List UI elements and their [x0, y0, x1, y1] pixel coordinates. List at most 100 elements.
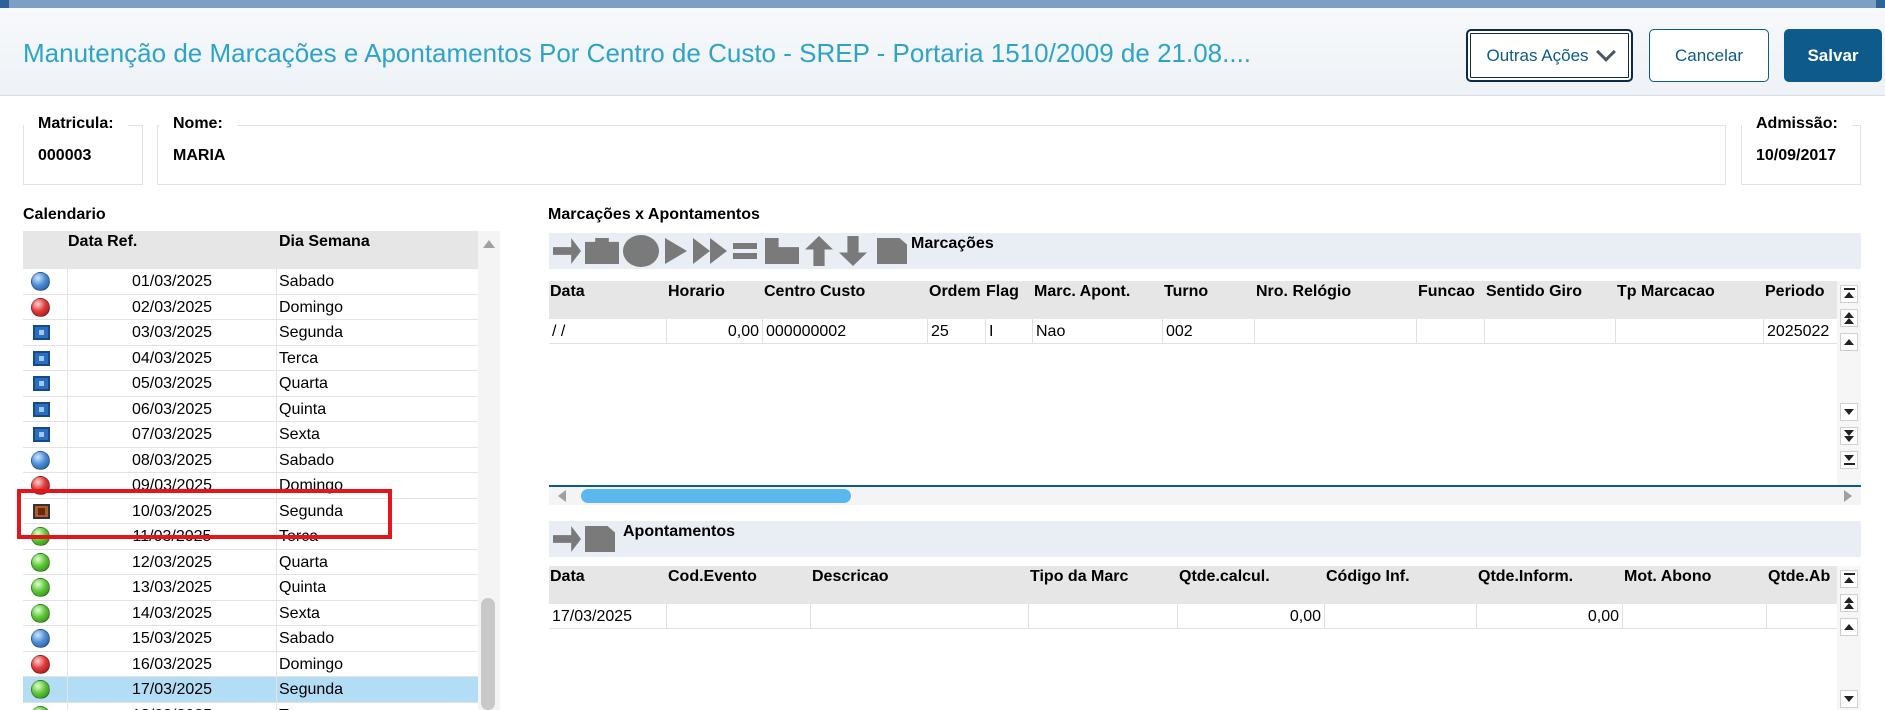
- table-cell[interactable]: 2025022: [1764, 319, 1837, 344]
- arrow-right-icon[interactable]: [553, 238, 581, 264]
- column-header[interactable]: Marc. Apont.: [1034, 283, 1130, 301]
- page-down-button[interactable]: [1840, 427, 1858, 445]
- calendar-row[interactable]: 07/03/2025 Sexta: [23, 422, 478, 448]
- table-cell[interactable]: [1485, 319, 1616, 344]
- calendar-scrollbar[interactable]: [478, 231, 500, 710]
- scroll-left-icon[interactable]: [558, 490, 566, 502]
- calendar-day: Terca: [279, 349, 319, 367]
- prev-record-button[interactable]: [1840, 333, 1858, 351]
- scroll-right-icon[interactable]: [1844, 490, 1852, 502]
- column-header[interactable]: Data: [550, 568, 585, 586]
- column-header[interactable]: Horario: [668, 283, 725, 301]
- calendar-row[interactable]: 14/03/2025 Sexta: [23, 600, 478, 626]
- column-header[interactable]: Data: [550, 283, 585, 301]
- column-header[interactable]: Periodo: [1765, 283, 1825, 301]
- column-header[interactable]: Código Inf.: [1326, 568, 1410, 586]
- column-header[interactable]: Sentido Giro: [1486, 283, 1582, 301]
- table-cell[interactable]: [1325, 604, 1477, 629]
- page-up-button[interactable]: [1840, 309, 1858, 327]
- next-record-button[interactable]: [1840, 403, 1858, 421]
- cancel-button[interactable]: Cancelar: [1649, 29, 1769, 82]
- table-cell[interactable]: 17/03/2025: [549, 604, 667, 629]
- table-cell[interactable]: 0,00: [1477, 604, 1623, 629]
- column-header[interactable]: Funcao: [1418, 283, 1475, 301]
- first-record-button[interactable]: [1840, 285, 1858, 303]
- arrow-up-icon[interactable]: [805, 236, 833, 266]
- apontamentos-table[interactable]: Data Cod.Evento Descricao Tipo da Marc Qtde.…: [549, 566, 1837, 710]
- calendar-row[interactable]: 18/03/2025Terca: [23, 702, 478, 710]
- calendar-row[interactable]: 16/03/2025 Domingo: [23, 651, 478, 677]
- table-cell[interactable]: I: [986, 319, 1033, 344]
- column-header[interactable]: Ordem: [929, 283, 981, 301]
- column-header[interactable]: Qtde.Inform.: [1478, 568, 1573, 586]
- table-cell[interactable]: 000000002: [763, 319, 928, 344]
- calendar-grid[interactable]: Data Ref. Dia Semana 01/03/2025 Sabado 02/…: [23, 231, 500, 710]
- table-cell[interactable]: 0,00: [1178, 604, 1325, 629]
- marcacoes-hscrollbar[interactable]: [549, 485, 1861, 505]
- column-header[interactable]: Tp Marcacao: [1617, 283, 1715, 301]
- table-cell[interactable]: [811, 604, 1029, 629]
- table-cell[interactable]: [1623, 604, 1767, 629]
- copy-icon[interactable]: [765, 238, 799, 264]
- column-header[interactable]: Descricao: [812, 568, 889, 586]
- last-record-button[interactable]: [1840, 451, 1858, 469]
- outras-acoes-dropdown[interactable]: Outras Ações: [1466, 29, 1633, 82]
- document-icon[interactable]: [877, 238, 907, 264]
- equals-icon-top[interactable]: [733, 243, 757, 249]
- table-cell[interactable]: 0,00: [667, 319, 763, 344]
- page-up-button[interactable]: [1840, 594, 1858, 612]
- calendar-row[interactable]: 06/03/2025 Quinta: [23, 396, 478, 422]
- save-button[interactable]: Salvar: [1784, 29, 1882, 82]
- prev-record-button[interactable]: [1840, 618, 1858, 636]
- table-cell[interactable]: 002: [1163, 319, 1255, 344]
- calendar-row[interactable]: 01/03/2025 Sabado: [23, 269, 478, 295]
- column-header[interactable]: Flag: [986, 283, 1019, 301]
- table-row[interactable]: 17/03/2025 0,00 0,00: [549, 604, 1837, 629]
- column-header[interactable]: Turno: [1164, 283, 1208, 301]
- first-record-button[interactable]: [1840, 570, 1858, 588]
- nome-field[interactable]: [157, 125, 1726, 185]
- marcacoes-table[interactable]: Data Horario Centro Custo Ordem Flag Marc. Ap…: [549, 281, 1837, 485]
- table-cell[interactable]: [667, 604, 811, 629]
- calendar-row[interactable]: 12/03/2025 Quarta: [23, 549, 478, 575]
- play-icon[interactable]: [665, 238, 687, 264]
- arrow-right-icon[interactable]: [553, 526, 581, 552]
- column-header[interactable]: Cod.Evento: [668, 568, 757, 586]
- table-cell[interactable]: [1767, 604, 1837, 629]
- scroll-up-icon[interactable]: [483, 240, 495, 248]
- arrow-down-icon[interactable]: [839, 236, 867, 266]
- calendar-row[interactable]: 13/03/2025 Quinta: [23, 575, 478, 601]
- column-header[interactable]: Qtde.calcul.: [1179, 568, 1270, 586]
- equals-icon-bottom[interactable]: [733, 253, 757, 259]
- calendar-row[interactable]: 15/03/2025 Sabado: [23, 626, 478, 652]
- next-record-button[interactable]: [1840, 690, 1858, 708]
- scroll-thumb[interactable]: [481, 598, 495, 710]
- table-cell[interactable]: [1417, 319, 1485, 344]
- column-header[interactable]: Nro. Relógio: [1256, 283, 1351, 301]
- col-data-ref[interactable]: Data Ref.: [68, 233, 137, 251]
- calendar-row[interactable]: 08/03/2025 Sabado: [23, 447, 478, 473]
- calendar-row[interactable]: 02/03/2025 Domingo: [23, 294, 478, 320]
- window-corner-icon: [0, 0, 9, 8]
- col-dia-semana[interactable]: Dia Semana: [279, 233, 370, 251]
- briefcase-icon[interactable]: [585, 238, 619, 264]
- table-cell[interactable]: 25: [928, 319, 986, 344]
- calendar-row[interactable]: 03/03/2025 Segunda: [23, 320, 478, 346]
- calendar-row[interactable]: 04/03/2025 Terca: [23, 345, 478, 371]
- table-cell[interactable]: [1255, 319, 1417, 344]
- table-row[interactable]: / /0,00 000000002 25 I Nao 002 2025022: [549, 319, 1837, 344]
- table-cell[interactable]: / /: [549, 319, 667, 344]
- table-cell[interactable]: [1616, 319, 1764, 344]
- column-header[interactable]: Tipo da Marc: [1030, 568, 1128, 586]
- table-cell[interactable]: Nao: [1033, 319, 1163, 344]
- column-header[interactable]: Centro Custo: [764, 283, 865, 301]
- calendar-row[interactable]: 17/03/2025 Segunda: [23, 677, 478, 703]
- column-header[interactable]: Qtde.Ab: [1768, 568, 1830, 586]
- calendar-row[interactable]: 05/03/2025 Quarta: [23, 371, 478, 397]
- document-icon[interactable]: [585, 526, 615, 552]
- hscroll-thumb[interactable]: [581, 489, 851, 503]
- table-cell[interactable]: [1029, 604, 1178, 629]
- fast-forward-icon[interactable]: [693, 238, 727, 264]
- circle-icon[interactable]: [623, 235, 659, 267]
- column-header[interactable]: Mot. Abono: [1624, 568, 1711, 586]
